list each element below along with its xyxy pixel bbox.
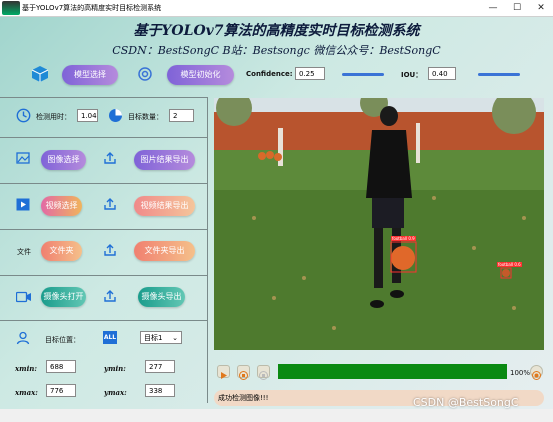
detection-display: football 0.9 football 0.6 bbox=[214, 98, 544, 350]
xmin-label: xmin: bbox=[15, 364, 37, 373]
upload-icon[interactable] bbox=[103, 197, 117, 211]
progress-bar bbox=[278, 364, 507, 379]
confidence-label: Confidence: bbox=[246, 70, 293, 78]
pie-chart-icon bbox=[109, 109, 122, 122]
replay-icon bbox=[259, 371, 268, 380]
image-icon bbox=[16, 152, 30, 164]
app-window: 基于YOLOv7算法的高精度实时目标检测系统 — ☐ ✕ 基于YOLOv7算法的… bbox=[0, 0, 553, 422]
detection-label: football 0.6 bbox=[497, 262, 522, 267]
record-button[interactable] bbox=[530, 365, 543, 380]
gear-icon bbox=[138, 67, 152, 81]
xmax-label: xmax: bbox=[15, 388, 38, 397]
target-count-value: 2 bbox=[169, 109, 194, 122]
video-icon bbox=[16, 198, 30, 211]
replay-button[interactable] bbox=[257, 365, 270, 380]
close-button[interactable]: ✕ bbox=[530, 0, 552, 16]
clock-icon bbox=[16, 108, 31, 123]
page-subtitle: CSDN：BestSongC B站：Bestsongc 微信公众号：BestSo… bbox=[112, 44, 441, 57]
confidence-slider[interactable] bbox=[342, 73, 384, 76]
xmin-value: 688 bbox=[46, 360, 76, 373]
upload-icon[interactable] bbox=[103, 289, 117, 303]
scene-image bbox=[214, 98, 544, 350]
target-count-label: 目标数量： bbox=[128, 113, 163, 121]
divider bbox=[0, 229, 208, 230]
cube-icon bbox=[31, 66, 49, 82]
upload-icon[interactable] bbox=[103, 151, 117, 165]
user-icon bbox=[16, 331, 30, 345]
xmax-value: 776 bbox=[46, 384, 76, 397]
target-select[interactable]: 目标1 ⌄ bbox=[140, 331, 182, 344]
app-icon bbox=[2, 1, 20, 15]
camera-export-button[interactable]: 摄像头导出 bbox=[138, 287, 185, 307]
video-select-button[interactable]: 视频选择 bbox=[41, 196, 82, 216]
target-position-label: 目标位置： bbox=[45, 336, 80, 344]
maximize-button[interactable]: ☐ bbox=[506, 0, 528, 16]
camera-open-button[interactable]: 摄像头打开 bbox=[41, 287, 86, 307]
upload-icon[interactable] bbox=[103, 243, 117, 257]
stop-icon bbox=[239, 371, 248, 380]
folder-export-button[interactable]: 文件夹导出 bbox=[134, 241, 195, 261]
play-button[interactable] bbox=[217, 365, 230, 379]
target-select-value: 目标1 bbox=[144, 334, 163, 342]
divider bbox=[0, 275, 208, 276]
image-export-button[interactable]: 图片结果导出 bbox=[134, 150, 195, 170]
chevron-down-icon: ⌄ bbox=[172, 334, 178, 342]
image-select-button[interactable]: 图像选择 bbox=[41, 150, 86, 170]
camera-icon bbox=[16, 291, 31, 303]
folder-icon-label: 文件 bbox=[17, 248, 31, 256]
ymin-label: ymin: bbox=[104, 364, 126, 373]
bottom-bar bbox=[0, 409, 553, 422]
stop-button[interactable] bbox=[237, 365, 250, 380]
iou-label: IOU： bbox=[401, 71, 423, 79]
detect-time-value: 1.04 bbox=[77, 109, 98, 122]
video-export-button[interactable]: 视频结果导出 bbox=[134, 196, 195, 216]
detect-time-label: 检测用时： bbox=[36, 113, 71, 121]
detection-label: football 0.9 bbox=[391, 236, 416, 241]
record-icon bbox=[532, 371, 541, 380]
window-title: 基于YOLOv7算法的高精度实时目标检测系统 bbox=[22, 4, 162, 12]
divider bbox=[0, 183, 208, 184]
divider bbox=[0, 137, 208, 138]
divider bbox=[0, 320, 208, 321]
folder-select-button[interactable]: 文件夹 bbox=[41, 241, 82, 261]
title-bar: 基于YOLOv7算法的高精度实时目标检测系统 — ☐ ✕ bbox=[0, 0, 553, 17]
progress-text: 100% bbox=[510, 369, 531, 377]
model-select-button[interactable]: 模型选择 bbox=[62, 65, 118, 85]
watermark: CSDN @BestSongC bbox=[413, 396, 519, 409]
ymax-label: ymax: bbox=[104, 388, 127, 397]
divider bbox=[0, 97, 208, 98]
iou-slider[interactable] bbox=[478, 73, 520, 76]
ymin-value: 277 bbox=[145, 360, 175, 373]
all-button[interactable]: ALL bbox=[103, 331, 117, 344]
iou-input[interactable]: 0.40 bbox=[428, 67, 456, 80]
panel-divider bbox=[207, 97, 208, 403]
page-title: 基于YOLOv7算法的高精度实时目标检测系统 bbox=[133, 23, 420, 39]
ymax-value: 338 bbox=[145, 384, 175, 397]
confidence-input[interactable]: 0.25 bbox=[295, 67, 325, 80]
minimize-button[interactable]: — bbox=[482, 0, 504, 16]
model-init-button[interactable]: 模型初始化 bbox=[167, 65, 234, 85]
play-icon bbox=[221, 372, 227, 379]
